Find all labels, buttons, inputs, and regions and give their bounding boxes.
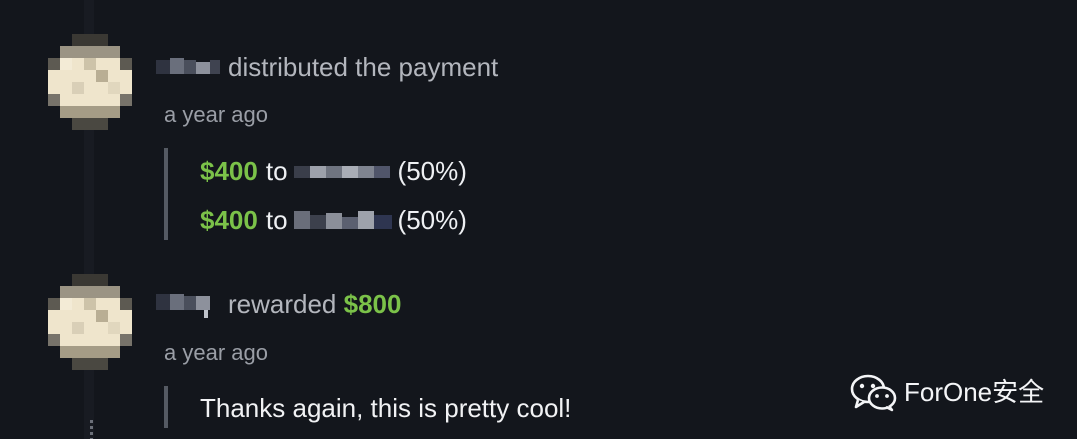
quote-bar [164,148,168,240]
event-action: rewarded $800 [228,289,401,319]
activity-feed: distributed the payment a year ago $400 … [0,0,1077,439]
event-action: distributed the payment [228,52,498,82]
timestamp[interactable]: a year ago [164,340,268,366]
payment-amount: $400 [200,156,258,186]
payment-to-label: to [265,205,288,235]
payment-row: $400 to (50%) [200,205,467,235]
action-text: distributed the payment [228,52,499,82]
reward-comment: Thanks again, this is pretty cool! [200,393,572,423]
payment-row: $400 to (50%) [200,156,467,186]
username-redacted[interactable] [156,54,222,80]
watermark-text: ForOne安全 [904,377,1045,407]
payment-percent: (50%) [397,156,467,186]
watermark: ForOne安全 [850,372,1044,412]
avatar[interactable] [48,274,132,370]
avatar[interactable] [48,34,132,130]
recipient-redacted[interactable] [289,158,396,184]
payment-amount: $400 [200,205,258,235]
timestamp[interactable]: a year ago [164,102,268,128]
reward-amount: $800 [343,289,402,319]
payment-percent: (50%) [397,205,467,235]
quote-bar [164,386,168,428]
wechat-icon [850,372,898,412]
action-text: rewarded [228,289,337,319]
recipient-redacted[interactable] [289,207,396,233]
timeline-continuation [90,420,93,439]
payment-to-label: to [265,156,288,186]
username-redacted[interactable] [156,290,222,318]
